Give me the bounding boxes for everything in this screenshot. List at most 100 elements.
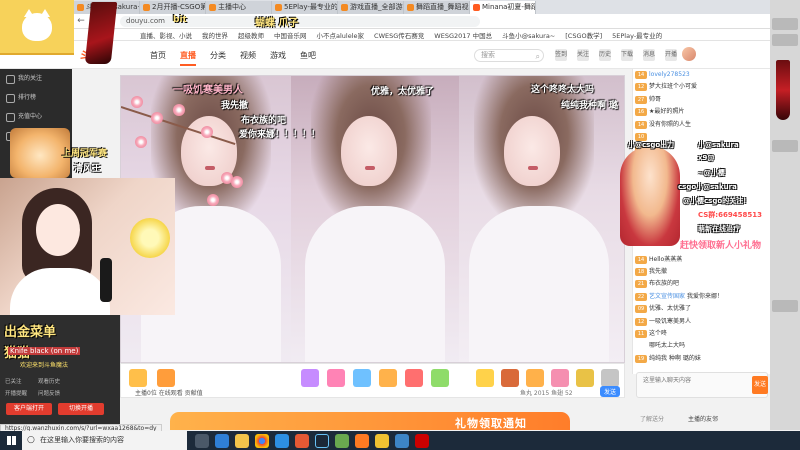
bookmark[interactable]: 小不点alulele家 (317, 30, 365, 40)
search-input[interactable]: 搜索 ⌕ (474, 49, 544, 62)
learn-more-link[interactable]: 了解送分 (640, 414, 664, 423)
app-icon[interactable] (415, 433, 429, 448)
app-icon[interactable] (275, 433, 289, 448)
nav-live[interactable]: 直播 (180, 50, 196, 66)
folder-icon[interactable] (235, 433, 249, 448)
gift-icon[interactable] (526, 369, 544, 387)
rank-item[interactable]: 开播提醒 (5, 389, 27, 397)
avatar[interactable] (682, 47, 696, 61)
bookmark[interactable]: 超级教师 (238, 30, 264, 40)
browser-tab-strip: 斗鱼小@sakura~ 史脑局 2月开播-CSGO第二弹 主播中心 5EPlay… (0, 0, 800, 14)
app-icon[interactable] (375, 433, 389, 448)
lemon-cake-image (130, 218, 170, 258)
sidebar-item-recharge[interactable]: 充值中心 (0, 107, 72, 126)
gift-icon[interactable] (327, 369, 345, 387)
gift-icon[interactable] (129, 369, 147, 387)
gift-icon[interactable] (301, 369, 319, 387)
app-icon[interactable] (335, 433, 349, 448)
thumbnail[interactable] (772, 18, 798, 30)
knife-skin-image (776, 60, 790, 120)
broadcast-icon[interactable]: 开播 (665, 49, 677, 61)
chat-input[interactable] (637, 373, 727, 388)
sakura-sticker-overlay: 小@sakura x9@ ~@小樱 csgo小@sakura @小樱csgo的关… (618, 140, 788, 252)
browser-tab[interactable]: 舞蹈直播_舞蹈视频_斗鱼 (404, 1, 470, 14)
taskbar-search[interactable]: 在这里输入你要搜索的内容 (22, 431, 187, 450)
chrome-icon[interactable] (255, 433, 269, 448)
bookmark[interactable]: 我的世界 (202, 30, 228, 40)
recharge-button[interactable]: 发送 (600, 386, 621, 397)
webcam-overlay (0, 178, 175, 315)
gift-icon[interactable] (157, 369, 175, 387)
sidebar-item-follow[interactable]: 我的关注 (0, 69, 72, 88)
chat-send-button[interactable]: 发送 (752, 376, 768, 394)
browser-tab[interactable]: 5EPlay-最专业的电竞 (272, 1, 338, 14)
bookmark[interactable]: 中国音乐网 (274, 30, 307, 40)
sidebar-item-rank[interactable]: 排行榜 (0, 88, 72, 107)
bookmark[interactable]: 直播、影视、小说 (140, 30, 192, 40)
nav-home[interactable]: 首页 (150, 50, 166, 66)
sticker-text: 小@csgo出力 (628, 141, 675, 149)
app-icon[interactable] (295, 433, 309, 448)
browser-tab-active[interactable]: Minana初夏-舞蹈 (470, 1, 536, 14)
level-badge: 12 (635, 83, 647, 92)
follow-icon[interactable]: 关注 (577, 49, 589, 61)
checkin-icon[interactable]: 签到 (555, 49, 567, 61)
level-badge: 22 (635, 292, 647, 301)
thumbnail[interactable] (772, 34, 798, 46)
steam-icon[interactable] (315, 433, 329, 448)
level-badge: 14 (635, 71, 647, 79)
gift-icon[interactable] (379, 369, 397, 387)
app-icon[interactable] (395, 433, 409, 448)
chat-message: 我先撤 (649, 268, 668, 276)
catgirl-name: 清风王 (74, 164, 102, 174)
gift-icon[interactable] (576, 369, 594, 387)
chat-message: 布衣族的吧 (649, 280, 680, 288)
anchor-friends-tab[interactable]: 主播的友邻 (688, 414, 718, 423)
rank-item[interactable]: 问题反馈 (38, 389, 60, 397)
gift-icon[interactable] (551, 369, 569, 387)
bookmark[interactable]: CWESG传石赛竞 (374, 30, 424, 40)
message-icon[interactable]: 消息 (643, 49, 655, 61)
browser-tab[interactable]: 游戏直播_全部游戏直播 (338, 1, 404, 14)
switch-broadcast-button[interactable]: 切换开播 (58, 403, 104, 415)
browser-tab[interactable]: 2月开播-CSGO第二弹 (140, 1, 206, 14)
rank-item[interactable]: 已关注 (5, 377, 22, 385)
gift-icon[interactable] (476, 369, 494, 387)
danmaku-text: 这个咚咚太大吗 (531, 85, 595, 95)
open-client-button[interactable]: 客户端打开 (6, 403, 52, 415)
nav-video[interactable]: 视频 (240, 50, 256, 66)
gift-icon[interactable] (601, 369, 619, 387)
hud-text-right: 蝴蝶 爪子 (255, 18, 299, 29)
nav-yuba[interactable]: 鱼吧 (300, 50, 316, 66)
thumbnail[interactable] (772, 300, 798, 312)
back-icon[interactable]: ← (74, 14, 88, 28)
download-icon[interactable]: 下载 (621, 49, 633, 61)
danmaku-text: 爱你来娜！！！！！ (239, 130, 321, 140)
gift-icon[interactable] (501, 369, 519, 387)
task-view-icon[interactable] (195, 433, 209, 448)
bookmark[interactable]: WESG2017 中国总 (434, 30, 492, 40)
microphone-icon (100, 258, 112, 302)
gift-icon[interactable] (405, 369, 423, 387)
start-button[interactable] (0, 431, 22, 450)
stream-player[interactable]: 一吸饥寒美男人 我先撤 布衣族的吧 爱你来娜！！！！！ 优雅，太优雅了 这个咚咚… (120, 75, 625, 363)
history-icon[interactable]: 历史 (599, 49, 611, 61)
bookmark[interactable]: 斗鱼小@sakura~ (502, 30, 555, 40)
bookmark[interactable]: [CSGO教学] (565, 30, 602, 40)
bookmark[interactable]: 5EPlay-最专业的 (612, 30, 662, 40)
gift-icon[interactable] (431, 369, 449, 387)
gift-icon[interactable] (353, 369, 371, 387)
sticker-text: 小@sakura (698, 141, 739, 149)
search-icon[interactable]: ⌕ (536, 51, 540, 62)
edge-icon[interactable] (215, 433, 229, 448)
chat-input-box (636, 372, 768, 398)
nav-category[interactable]: 分类 (210, 50, 226, 66)
sticker-text: CS群:669458513 (698, 211, 762, 219)
app-icon[interactable] (355, 433, 369, 448)
nav-game[interactable]: 游戏 (270, 50, 286, 66)
browser-tab[interactable]: 主播中心 (206, 1, 272, 14)
chat-user[interactable]: lovely278523 (649, 71, 690, 78)
rank-item[interactable]: 观看历史 (38, 377, 60, 385)
chat-user[interactable]: 艺文宣传国家 (649, 293, 685, 300)
thumbnail[interactable] (772, 140, 798, 152)
